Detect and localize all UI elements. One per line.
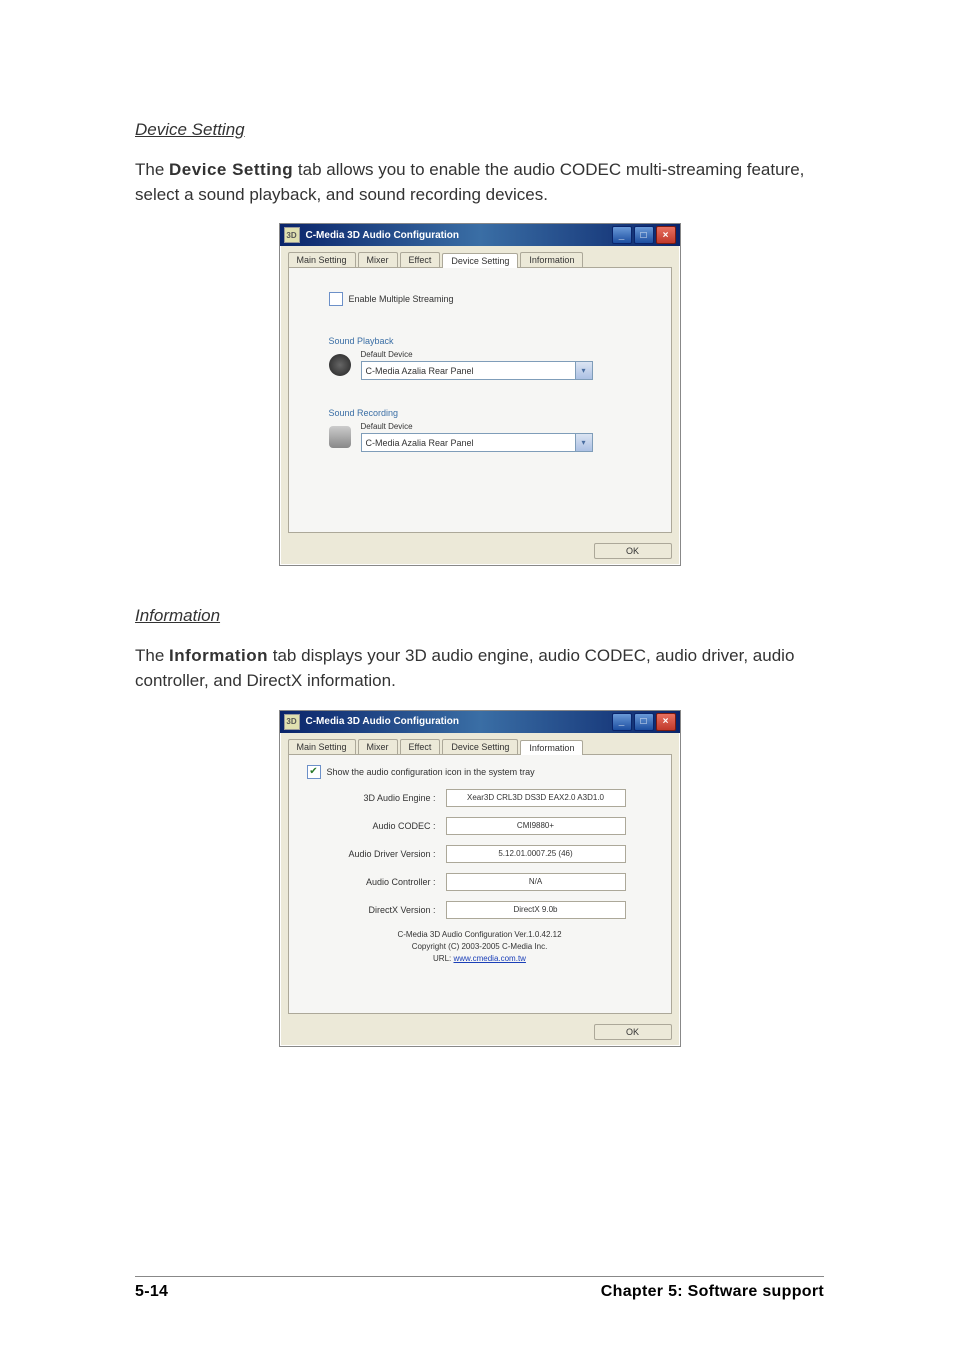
minimize-button[interactable]: _ [612,226,632,244]
text: The [135,160,169,179]
device-setting-dialog: 3D C-Media 3D Audio Configuration _ □ × … [279,223,681,566]
info-row: Audio CODEC : CMI9880+ [301,817,659,835]
info-row: Audio Controller : N/A [301,873,659,891]
url-label: URL: [433,954,453,963]
url-link[interactable]: www.cmedia.com.tw [453,954,525,963]
chevron-down-icon: ▾ [575,362,592,379]
tab-information[interactable]: Information [520,252,583,267]
bold-term: Information [169,646,268,665]
info-row: 3D Audio Engine : Xear3D CRL3D DS3D EAX2… [301,789,659,807]
speaker-icon [329,354,351,376]
info-label: Audio Controller : [301,877,446,887]
sound-recording-group-label: Sound Recording [329,408,659,418]
app-icon: 3D [284,227,300,243]
info-label: DirectX Version : [301,905,446,915]
section-heading-device-setting: Device Setting [135,120,824,140]
info-label: Audio CODEC : [301,821,446,831]
text: The [135,646,169,665]
recording-device-select[interactable]: C-Media Azalia Rear Panel ▾ [361,433,593,452]
bold-term: Device Setting [169,160,293,179]
info-row: Audio Driver Version : 5.12.01.0007.25 (… [301,845,659,863]
tab-row: Main Setting Mixer Effect Device Setting… [280,733,680,754]
chevron-down-icon: ▾ [575,434,592,451]
close-button[interactable]: × [656,226,676,244]
tab-mixer[interactable]: Mixer [358,739,398,754]
copyright-line1: C-Media 3D Audio Configuration Ver.1.0.4… [301,929,659,941]
info-label: 3D Audio Engine : [301,793,446,803]
copyright-line2: Copyright (C) 2003-2005 C-Media Inc. [301,941,659,953]
window-title: C-Media 3D Audio Configuration [306,716,612,727]
show-tray-icon-checkbox[interactable]: ✔ [307,765,321,779]
tab-panel: Enable Multiple Streaming Sound Playback… [288,267,672,533]
info-value: DirectX 9.0b [446,901,626,919]
section2-intro: The Information tab displays your 3D aud… [135,644,824,693]
sound-playback-group-label: Sound Playback [329,336,659,346]
tab-effect[interactable]: Effect [400,252,441,267]
maximize-button[interactable]: □ [634,713,654,731]
titlebar: 3D C-Media 3D Audio Configuration _ □ × [280,711,680,733]
recording-device-value: C-Media Azalia Rear Panel [362,438,575,448]
tab-mixer[interactable]: Mixer [358,252,398,267]
page-footer: 5-14 Chapter 5: Software support [135,1276,824,1301]
recording-default-label: Default Device [361,422,659,431]
minimize-button[interactable]: _ [612,713,632,731]
enable-multiple-streaming-checkbox[interactable] [329,292,343,306]
tab-row: Main Setting Mixer Effect Device Setting… [280,246,680,267]
tab-effect[interactable]: Effect [400,739,441,754]
tab-main-setting[interactable]: Main Setting [288,252,356,267]
checkbox-label: Enable Multiple Streaming [349,294,454,304]
section-heading-information: Information [135,606,824,626]
chapter-title: Chapter 5: Software support [601,1283,824,1301]
information-dialog: 3D C-Media 3D Audio Configuration _ □ × … [279,710,681,1047]
tab-device-setting[interactable]: Device Setting [442,739,518,754]
page-number: 5-14 [135,1283,168,1301]
ok-button[interactable]: OK [594,1024,672,1040]
tab-information[interactable]: Information [520,740,583,755]
titlebar: 3D C-Media 3D Audio Configuration _ □ × [280,224,680,246]
microphone-icon [329,426,351,448]
info-value: Xear3D CRL3D DS3D EAX2.0 A3D1.0 [446,789,626,807]
info-label: Audio Driver Version : [301,849,446,859]
checkbox-label: Show the audio configuration icon in the… [327,767,535,777]
close-button[interactable]: × [656,713,676,731]
tab-device-setting[interactable]: Device Setting [442,253,518,268]
tab-panel: ✔ Show the audio configuration icon in t… [288,754,672,1014]
maximize-button[interactable]: □ [634,226,654,244]
tab-main-setting[interactable]: Main Setting [288,739,356,754]
info-value: N/A [446,873,626,891]
info-value: CMI9880+ [446,817,626,835]
section1-intro: The Device Setting tab allows you to ena… [135,158,824,207]
playback-default-label: Default Device [361,350,659,359]
info-row: DirectX Version : DirectX 9.0b [301,901,659,919]
window-title: C-Media 3D Audio Configuration [306,230,612,241]
ok-button[interactable]: OK [594,543,672,559]
info-value: 5.12.01.0007.25 (46) [446,845,626,863]
playback-device-value: C-Media Azalia Rear Panel [362,366,575,376]
app-icon: 3D [284,714,300,730]
playback-device-select[interactable]: C-Media Azalia Rear Panel ▾ [361,361,593,380]
